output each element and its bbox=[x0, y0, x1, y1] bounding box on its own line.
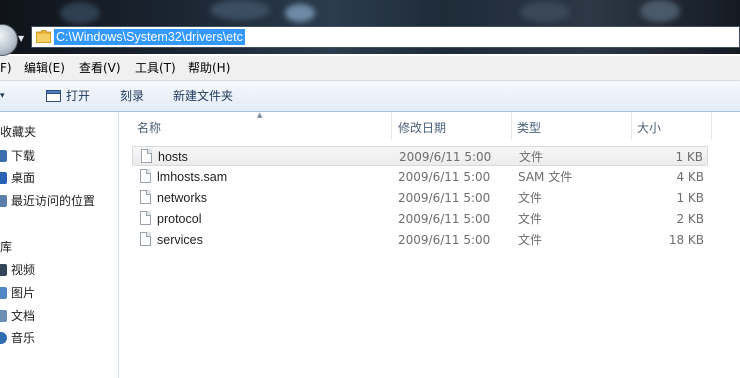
nav-item-recent-label: 最近访问的位置 bbox=[11, 194, 96, 208]
download-icon bbox=[0, 150, 7, 162]
column-header-type[interactable]: 类型 bbox=[517, 119, 541, 137]
menu-view[interactable]: 查看(V) bbox=[79, 60, 121, 76]
file-type: 文件 bbox=[518, 212, 543, 226]
history-dropdown-icon[interactable]: ▼ bbox=[18, 33, 28, 45]
menu-help[interactable]: 帮助(H) bbox=[188, 60, 230, 76]
nav-item-download-label: 下载 bbox=[11, 149, 36, 163]
recent-places-icon bbox=[0, 195, 7, 207]
file-size: 1 KB bbox=[675, 150, 703, 164]
file-type: 文件 bbox=[518, 233, 543, 247]
menu-bar: F) 编辑(E) 查看(V) 工具(T) 帮助(H) bbox=[0, 56, 740, 81]
file-date: 2009/6/11 5:00 bbox=[399, 150, 492, 164]
pictures-icon bbox=[0, 287, 7, 299]
table-row[interactable]: lmhosts.sam 2009/6/11 5:00 SAM 文件 4 KB bbox=[132, 167, 708, 187]
file-date: 2009/6/11 5:00 bbox=[398, 212, 491, 226]
nav-item-music-label: 音乐 bbox=[11, 331, 36, 345]
table-row[interactable]: networks 2009/6/11 5:00 文件 1 KB bbox=[132, 188, 708, 208]
nav-item-pictures-label: 图片 bbox=[11, 286, 36, 300]
file-icon bbox=[141, 149, 152, 163]
file-name: networks bbox=[157, 191, 208, 205]
folder-icon bbox=[36, 30, 51, 43]
address-path-text[interactable]: C:\Windows\System32\drivers\etc bbox=[54, 29, 245, 45]
menu-edit[interactable]: 编辑(E) bbox=[24, 60, 65, 76]
file-size: 2 KB bbox=[676, 212, 704, 226]
file-name: hosts bbox=[158, 150, 188, 164]
videos-icon bbox=[0, 264, 7, 276]
table-row[interactable]: services 2009/6/11 5:00 文件 18 KB bbox=[132, 230, 708, 250]
address-bar[interactable]: C:\Windows\System32\drivers\etc bbox=[31, 26, 740, 48]
documents-icon bbox=[0, 310, 7, 322]
file-name: services bbox=[157, 233, 203, 247]
column-divider[interactable] bbox=[391, 112, 392, 140]
file-date: 2009/6/11 5:00 bbox=[398, 170, 491, 184]
file-name: lmhosts.sam bbox=[157, 170, 228, 184]
file-icon bbox=[140, 190, 151, 204]
file-size: 1 KB bbox=[676, 191, 704, 205]
file-date: 2009/6/11 5:00 bbox=[398, 191, 491, 205]
file-type: SAM 文件 bbox=[518, 170, 573, 184]
desktop-icon bbox=[0, 172, 7, 184]
column-header-size[interactable]: 大小 bbox=[637, 119, 661, 137]
nav-item-videos-label: 视频 bbox=[11, 263, 36, 277]
file-size: 18 KB bbox=[668, 233, 704, 247]
open-button-label: 打开 bbox=[66, 89, 91, 103]
music-icon bbox=[0, 332, 7, 344]
column-header-name[interactable]: 名称 bbox=[137, 119, 161, 137]
nav-item-documents-label: 文档 bbox=[11, 309, 36, 323]
file-type: 文件 bbox=[519, 150, 544, 164]
file-list: ▲ 名称 修改日期 类型 大小 hosts 2009/6/11 5:00 文件 … bbox=[119, 111, 740, 378]
nav-favorites[interactable]: 收藏夹 bbox=[0, 123, 36, 141]
column-header-date[interactable]: 修改日期 bbox=[398, 119, 446, 137]
table-row[interactable]: protocol 2009/6/11 5:00 文件 2 KB bbox=[132, 209, 708, 229]
column-divider[interactable] bbox=[631, 112, 632, 140]
file-date: 2009/6/11 5:00 bbox=[398, 233, 491, 247]
organize-dropdown-icon[interactable]: ▾ bbox=[0, 88, 5, 104]
column-divider[interactable] bbox=[711, 112, 712, 140]
file-icon bbox=[140, 169, 151, 183]
menu-file[interactable]: F) bbox=[0, 60, 12, 76]
file-type: 文件 bbox=[518, 191, 543, 205]
new-folder-button[interactable]: 新建文件夹 bbox=[173, 88, 233, 104]
column-divider[interactable] bbox=[511, 112, 512, 140]
menu-tools[interactable]: 工具(T) bbox=[135, 60, 176, 76]
nav-libraries[interactable]: 库 bbox=[0, 238, 12, 256]
nav-item-desktop-label: 桌面 bbox=[11, 171, 36, 185]
navigation-pane: 收藏夹 下载 桌面 最近访问的位置 库 视频 图片 文档 音乐 bbox=[0, 112, 119, 378]
file-icon bbox=[140, 232, 151, 246]
command-bar: ▾ 打开 刻录 新建文件夹 bbox=[0, 81, 740, 112]
file-size: 4 KB bbox=[676, 170, 704, 184]
burn-button[interactable]: 刻录 bbox=[120, 88, 144, 104]
file-icon bbox=[140, 211, 151, 225]
file-name: protocol bbox=[157, 212, 202, 226]
sort-ascending-icon: ▲ bbox=[257, 111, 263, 119]
table-row[interactable]: hosts 2009/6/11 5:00 文件 1 KB bbox=[132, 146, 708, 166]
open-icon bbox=[46, 90, 61, 102]
